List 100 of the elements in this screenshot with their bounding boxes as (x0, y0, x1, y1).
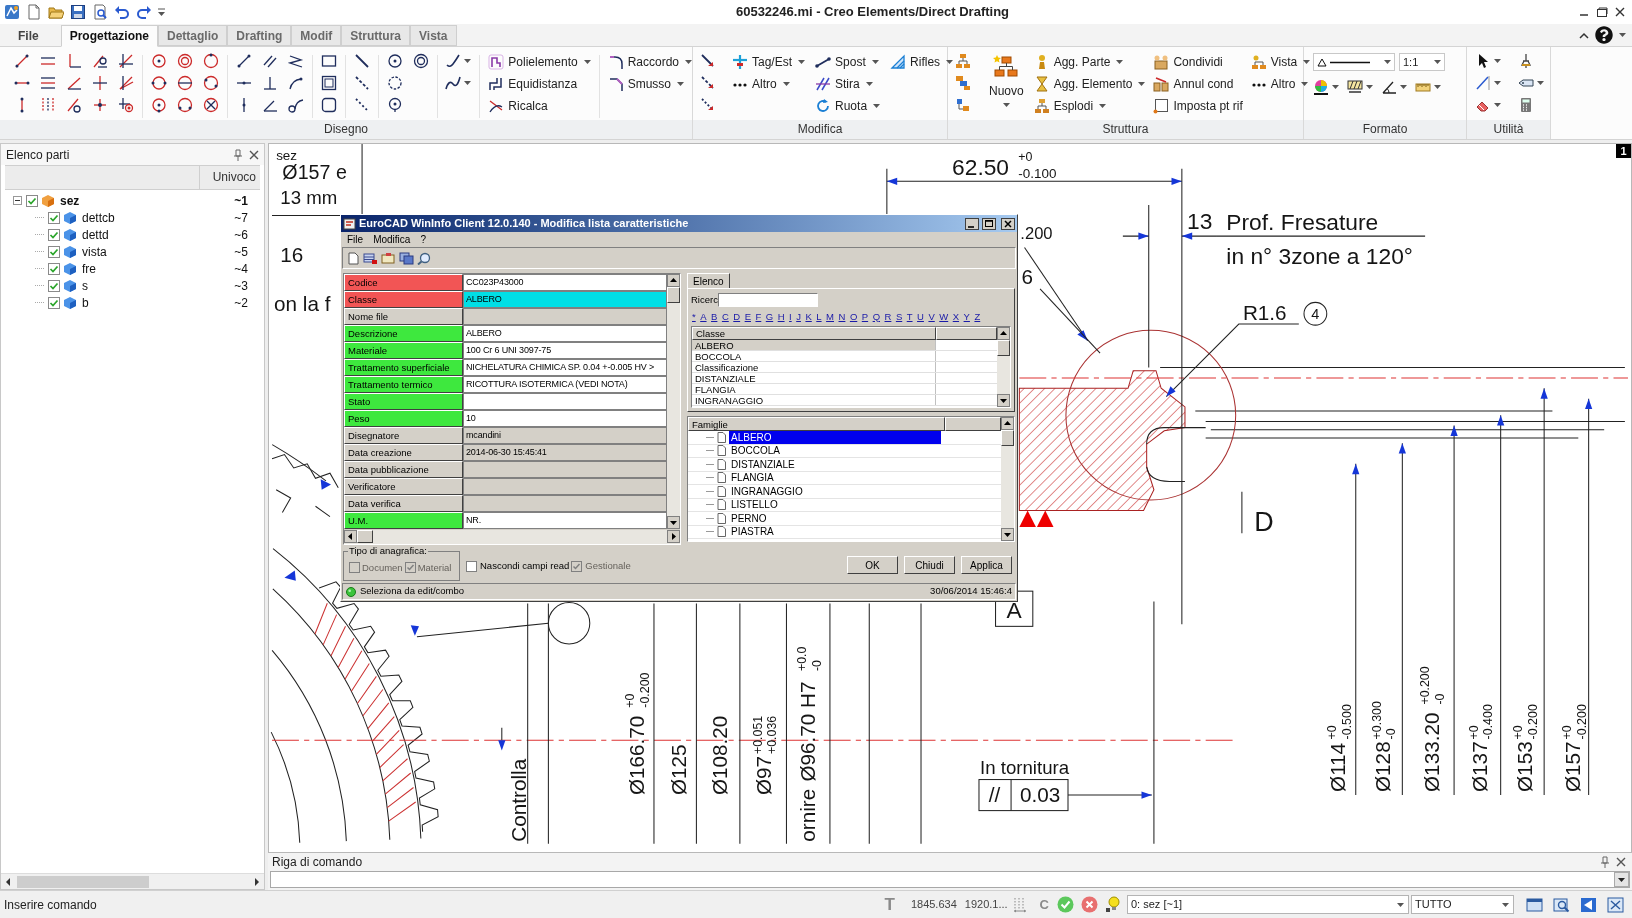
circle-center-icon[interactable] (150, 53, 167, 69)
letter-link[interactable]: Z (974, 310, 981, 323)
field-value[interactable] (463, 478, 667, 495)
ribbon-tab[interactable]: Vista (410, 25, 457, 46)
tree-item[interactable]: DISTANZIALE (729, 457, 941, 471)
dialog-button[interactable]: Applica (961, 556, 1012, 574)
letter-link[interactable]: P (861, 310, 869, 323)
circular-arrow-icon[interactable] (815, 98, 832, 114)
scroll-thumb[interactable] (667, 287, 680, 303)
letter-link[interactable]: S (895, 310, 903, 323)
caret-icon[interactable] (1494, 103, 1501, 107)
ribbon-button[interactable]: Condividi (1153, 53, 1243, 71)
cross-icon[interactable] (92, 75, 108, 91)
letter-link[interactable]: J (796, 310, 801, 323)
letter-link[interactable]: M (826, 310, 834, 323)
field-value[interactable]: ALBERO (463, 325, 667, 342)
field-value[interactable] (463, 308, 667, 325)
letter-link[interactable]: U (917, 310, 924, 323)
page-icon[interactable] (347, 251, 360, 265)
card-icon[interactable] (381, 251, 396, 265)
ribbon-button[interactable]: Smusso (607, 75, 692, 93)
ribbon-button[interactable]: Annul cond (1153, 75, 1243, 93)
close-icon[interactable] (1614, 6, 1626, 18)
menu-item[interactable]: ? (420, 232, 426, 247)
undo-icon[interactable] (114, 4, 130, 20)
checkbox[interactable] (48, 245, 60, 258)
field-value[interactable] (463, 393, 667, 410)
circle-icon[interactable] (150, 75, 167, 91)
fit-view-icon[interactable] (1607, 896, 1624, 913)
caret-icon[interactable] (1494, 59, 1501, 63)
scale-dropdown[interactable]: 1:1 (1399, 53, 1445, 71)
scroll-thumb[interactable] (1001, 430, 1014, 446)
scroll-up-icon[interactable] (997, 327, 1010, 340)
circle-two-points-icon[interactable] (176, 97, 193, 113)
ribbon-button[interactable]: Ruota (815, 97, 881, 115)
field-value[interactable]: NR. (463, 512, 667, 529)
ribbon-button[interactable]: Polielemento (488, 53, 591, 71)
stacked-windows-icon[interactable] (399, 251, 414, 265)
redo-icon[interactable] (136, 4, 152, 20)
scroll-down-icon[interactable] (667, 516, 680, 529)
part-name[interactable]: b (82, 293, 89, 312)
dashed-circle-icon[interactable] (386, 75, 403, 91)
letter-link[interactable]: O (849, 310, 858, 323)
ribbon-button[interactable]: Vista (1250, 53, 1311, 71)
checkbox[interactable] (48, 296, 60, 309)
triple-lines-icon[interactable] (40, 75, 56, 91)
angled-line-icon[interactable] (66, 75, 82, 91)
dialog-button[interactable]: OK (847, 556, 898, 574)
file-tab[interactable]: File (6, 25, 51, 46)
ribbon-button[interactable]: Imposta pt rif (1153, 97, 1243, 115)
viewer-blocks-icon[interactable] (1250, 54, 1267, 70)
tree-item[interactable]: FLANGIA (729, 471, 941, 485)
ribbon-button[interactable]: Agg. Elemento (1033, 75, 1146, 93)
curve-icon[interactable] (445, 53, 462, 69)
window-icon[interactable] (1526, 896, 1543, 913)
double-ring-icon[interactable] (412, 53, 429, 69)
caret-icon[interactable] (1366, 85, 1373, 89)
app-icon[interactable] (343, 217, 356, 230)
perpendicular-icon[interactable] (261, 75, 278, 91)
checkbox[interactable] (48, 262, 60, 275)
tree-item[interactable]: INGRANAGGIO (729, 484, 941, 498)
lightbulb-icon[interactable] (1105, 896, 1121, 913)
save-icon[interactable] (70, 4, 86, 20)
caret-icon[interactable] (1400, 85, 1407, 89)
tree-item[interactable]: PIASTRA (729, 525, 941, 539)
part-name[interactable]: sez (60, 191, 80, 210)
dashed-diagonal-icon[interactable] (353, 75, 370, 91)
restore-icon[interactable] (1596, 6, 1608, 18)
list-row[interactable]: BOCCOLA (692, 351, 936, 361)
hatched-triangle-icon[interactable] (890, 54, 907, 70)
ribbon-tab[interactable]: Progettazione (60, 25, 158, 47)
ribbon-button[interactable]: Raccordo (607, 53, 692, 71)
dot-circle-icon[interactable] (386, 53, 403, 69)
diagonal-line-icon[interactable] (14, 53, 30, 69)
letter-link[interactable]: N (838, 310, 846, 323)
dialog-tab[interactable]: Elenco (687, 273, 730, 288)
tree-item[interactable]: BOCCOLA (729, 444, 941, 458)
part-name[interactable]: fre (82, 259, 96, 278)
cross-split-icon[interactable] (732, 54, 748, 70)
collapse-ribbon-icon[interactable] (1579, 31, 1589, 39)
close-icon[interactable] (249, 149, 259, 160)
cross-point-icon[interactable] (92, 97, 108, 113)
scroll-down-icon[interactable] (1001, 528, 1014, 541)
caret-icon[interactable] (1494, 81, 1501, 85)
ribbon-button[interactable]: Ricalca (488, 97, 591, 115)
pin-icon[interactable] (233, 148, 243, 161)
trace-line-icon[interactable] (488, 98, 505, 114)
checkbox[interactable] (48, 279, 60, 292)
fan-lines-icon[interactable] (118, 75, 134, 91)
target-angle-icon[interactable] (118, 97, 134, 113)
scroll-thumb[interactable] (17, 875, 149, 888)
parallel-slashes-icon[interactable] (815, 76, 832, 92)
hourglass-icon[interactable] (1033, 76, 1050, 92)
angled-line-circle-icon[interactable] (66, 97, 82, 113)
circle-top-point-icon[interactable] (202, 53, 219, 69)
split-box-icon[interactable] (1153, 76, 1170, 92)
part-name[interactable]: s (82, 276, 88, 295)
field-value[interactable]: 100 Cr 6 UNI 3097-75 (463, 342, 667, 359)
list-row[interactable]: INGRANAGGIO (692, 395, 936, 405)
help-icon[interactable] (1595, 26, 1613, 44)
